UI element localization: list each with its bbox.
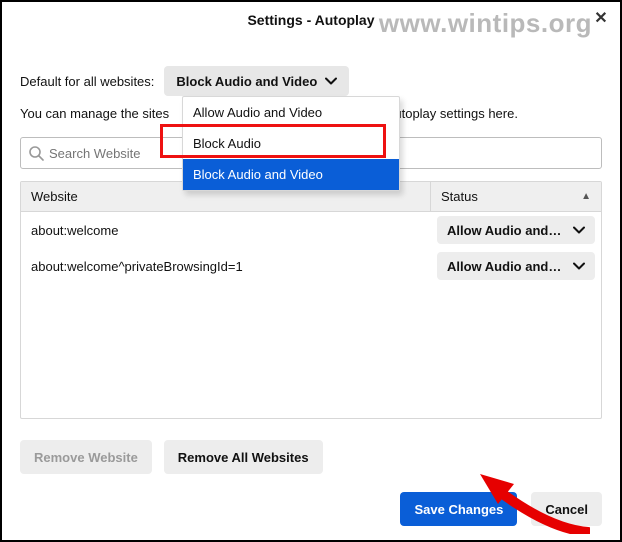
dropdown-option-block-audio[interactable]: Block Audio [183, 128, 399, 159]
description-left: You can manage the sites [20, 106, 169, 121]
default-dropdown-value: Block Audio and Video [176, 74, 317, 89]
table-row[interactable]: about:welcome^privateBrowsingId=1 Allow … [21, 248, 601, 284]
remove-all-websites-button[interactable]: Remove All Websites [164, 440, 323, 474]
sort-asc-icon: ▲ [581, 191, 591, 202]
table-row[interactable]: about:welcome Allow Audio and… [21, 212, 601, 248]
save-changes-label: Save Changes [414, 502, 503, 517]
cancel-label: Cancel [545, 502, 588, 517]
cell-website: about:welcome^privateBrowsingId=1 [21, 259, 431, 274]
remove-website-label: Remove Website [34, 450, 138, 465]
footer-right: Save Changes Cancel [400, 492, 602, 526]
default-dropdown[interactable]: Block Audio and Video [164, 66, 349, 96]
remove-website-button[interactable]: Remove Website [20, 440, 152, 474]
status-value: Allow Audio and… [447, 259, 561, 274]
column-header-status-label: Status [441, 189, 478, 204]
chevron-down-icon [573, 224, 585, 236]
column-header-website-label: Website [31, 189, 78, 204]
default-label: Default for all websites: [20, 74, 154, 89]
footer-left: Remove Website Remove All Websites [20, 440, 323, 474]
dialog-title-bar: Settings - Autoplay ✕ [2, 2, 620, 38]
dropdown-option-block-av[interactable]: Block Audio and Video [183, 159, 399, 190]
default-dropdown-menu: Allow Audio and Video Block Audio Block … [182, 96, 400, 191]
websites-table: Website Status ▲ about:welcome Allow Aud… [20, 181, 602, 419]
close-icon[interactable]: ✕ [592, 10, 610, 28]
remove-all-label: Remove All Websites [178, 450, 309, 465]
chevron-down-icon [325, 75, 337, 87]
cancel-button[interactable]: Cancel [531, 492, 602, 526]
column-header-status[interactable]: Status ▲ [431, 182, 601, 211]
status-dropdown[interactable]: Allow Audio and… [437, 216, 595, 244]
status-value: Allow Audio and… [447, 223, 561, 238]
dialog-content: Default for all websites: Block Audio an… [2, 38, 620, 419]
dropdown-option-allow-av[interactable]: Allow Audio and Video [183, 97, 399, 128]
chevron-down-icon [573, 260, 585, 272]
search-icon [28, 145, 44, 161]
description-right: autoplay settings here. [387, 106, 518, 121]
dialog-title: Settings - Autoplay [247, 12, 374, 28]
cell-website: about:welcome [21, 223, 431, 238]
status-dropdown[interactable]: Allow Audio and… [437, 252, 595, 280]
save-changes-button[interactable]: Save Changes [400, 492, 517, 526]
default-row: Default for all websites: Block Audio an… [20, 66, 602, 96]
